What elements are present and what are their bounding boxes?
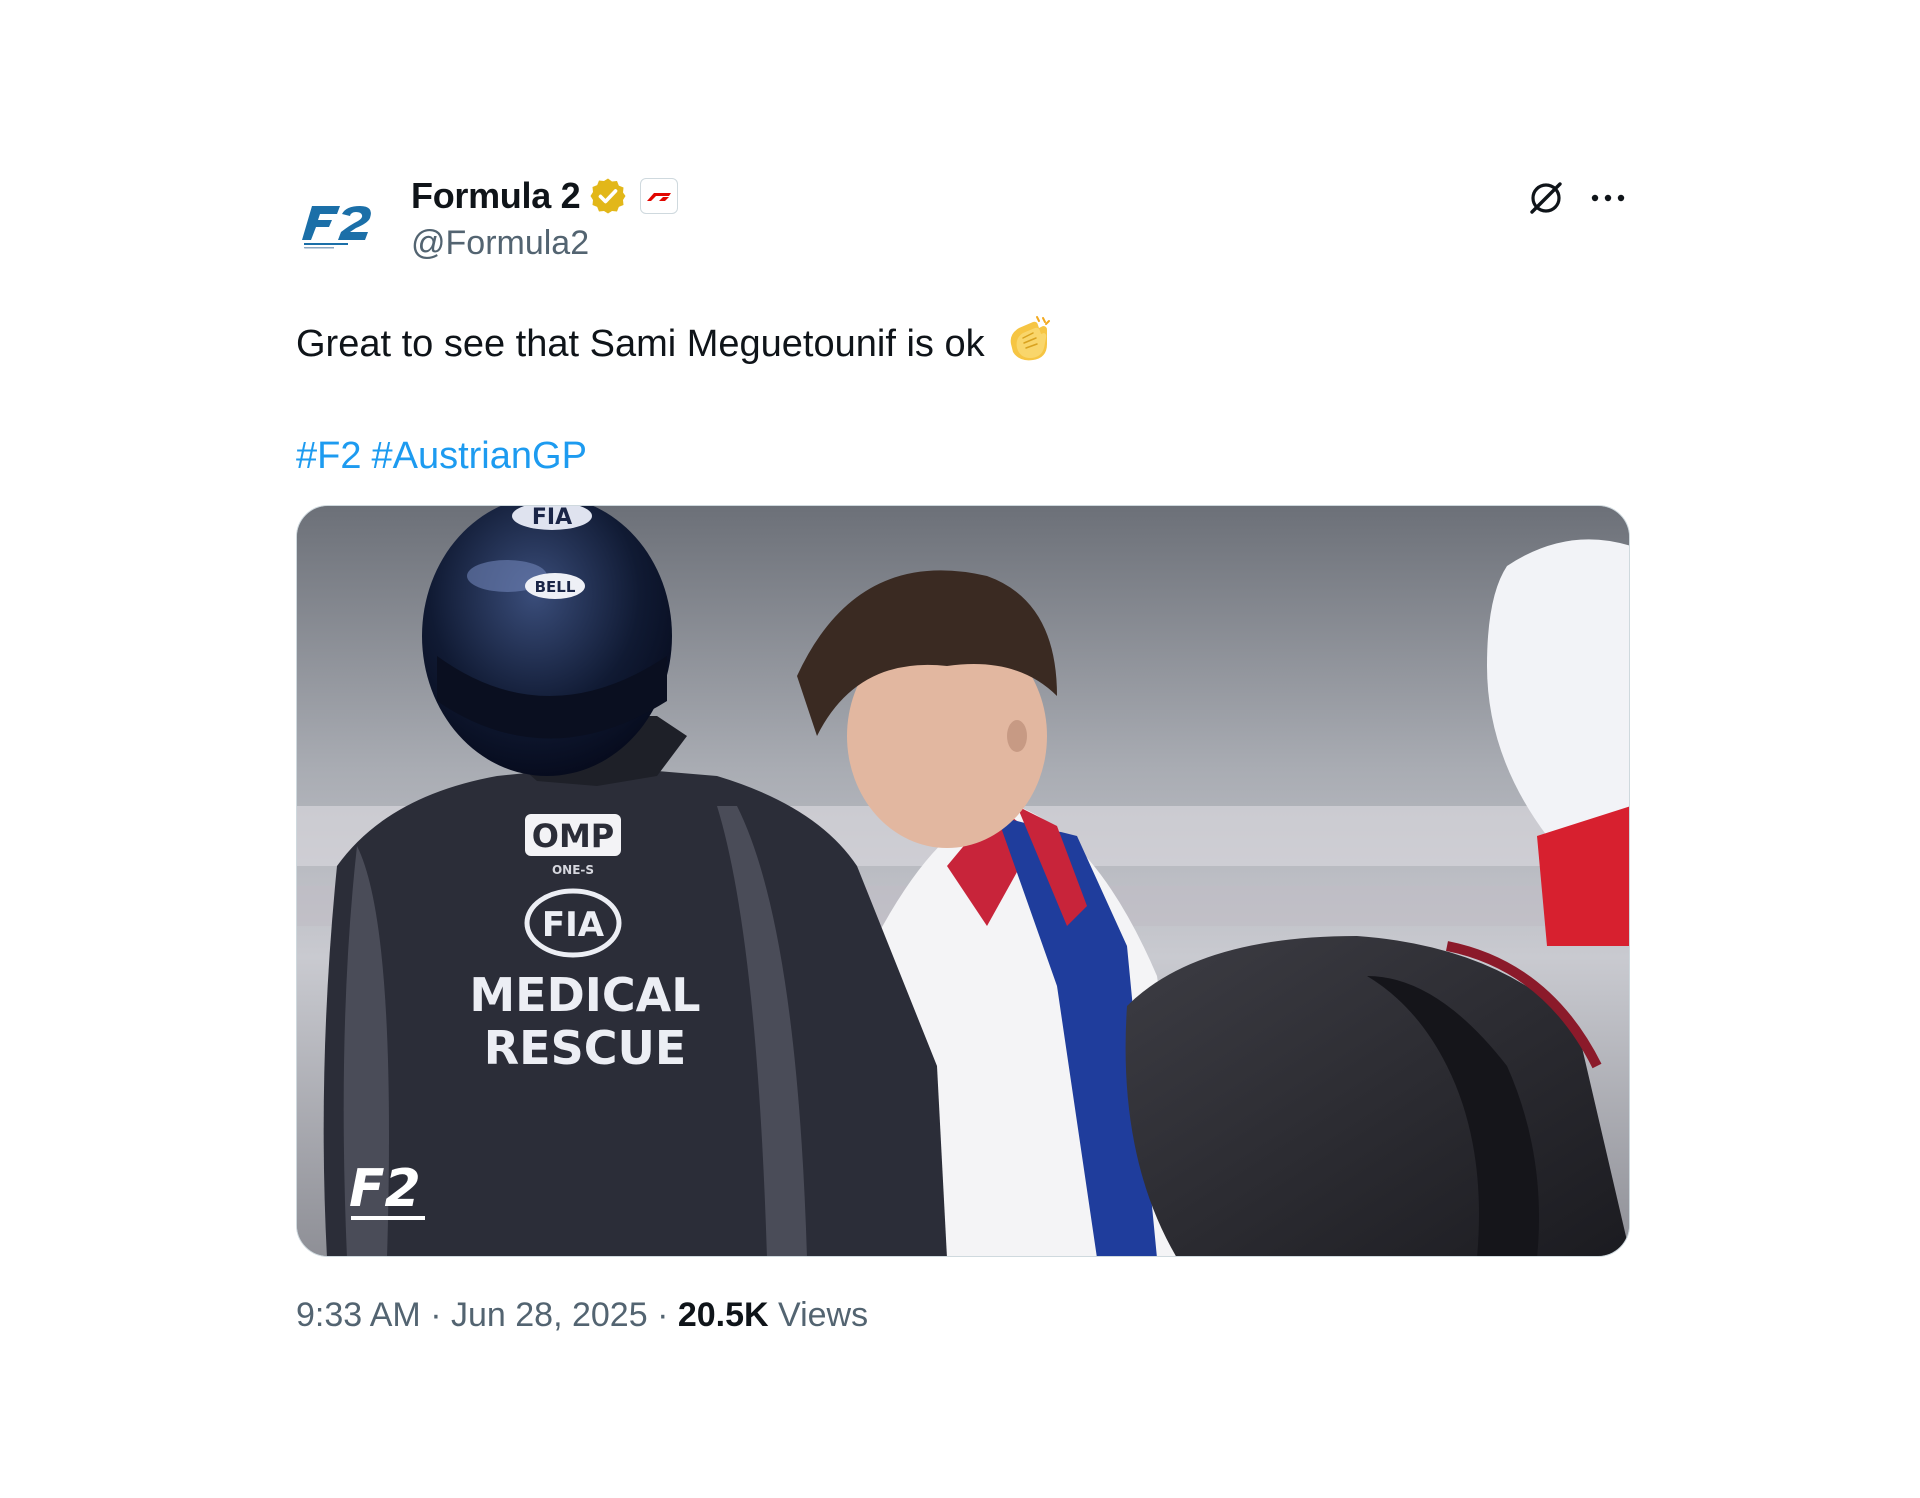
media-photo: FIA BELL OMP ONE-S FIA MEDICAL RESCUE F2 xyxy=(297,506,1629,1256)
hashtag-austriangp[interactable]: #AustrianGP xyxy=(371,435,586,477)
meta-separator: · xyxy=(657,1296,669,1334)
tweet-header: Formula 2 @Formula2 xyxy=(296,168,1630,268)
views-count[interactable]: 20.5K xyxy=(678,1296,769,1334)
tweet-media-image[interactable]: FIA BELL OMP ONE-S FIA MEDICAL RESCUE F2 xyxy=(296,505,1630,1257)
display-name[interactable]: Formula 2 xyxy=(411,175,581,217)
jacket-omp-text: OMP xyxy=(532,817,615,855)
f2-logo-icon xyxy=(302,206,371,249)
tweet-meta: 9:33 AM · Jun 28, 2025 · 20.5K Views xyxy=(296,1296,868,1335)
jacket-rescue-text: RESCUE xyxy=(484,1021,687,1075)
jacket-one-s-text: ONE-S xyxy=(552,863,594,877)
helmet-fia-text: FIA xyxy=(532,506,572,530)
clapping-hands-emoji xyxy=(1003,314,1055,366)
f2-watermark: F2 xyxy=(349,1159,421,1219)
views-label: Views xyxy=(778,1296,869,1334)
jacket-medical-text: MEDICAL xyxy=(469,968,700,1022)
grok-icon[interactable] xyxy=(1524,176,1568,220)
author-block: Formula 2 @Formula2 xyxy=(411,172,679,263)
handle[interactable]: @Formula2 xyxy=(411,224,678,263)
hashtag-row: #F2 #AustrianGP xyxy=(296,431,1630,481)
tweet-card: Formula 2 @Formula2 Great to see that Sa… xyxy=(296,168,1630,1334)
verified-badge-icon[interactable] xyxy=(588,176,628,216)
tweet-time[interactable]: 9:33 AM xyxy=(296,1296,421,1334)
tweet-date[interactable]: Jun 28, 2025 xyxy=(451,1296,648,1334)
more-options-icon[interactable] xyxy=(1586,176,1630,220)
tweet-actions xyxy=(1524,168,1630,228)
f1-affiliate-icon[interactable] xyxy=(640,178,679,214)
tweet-text-body: Great to see that Sami Meguetounif is ok xyxy=(296,323,985,365)
jacket-fia-text: FIA xyxy=(542,905,605,945)
avatar[interactable] xyxy=(296,176,388,268)
helmet-bell-text: BELL xyxy=(535,578,576,596)
meta-separator: · xyxy=(430,1296,442,1334)
hashtag-f2[interactable]: #F2 xyxy=(296,435,361,477)
tweet-text: Great to see that Sami Meguetounif is ok xyxy=(296,314,1630,369)
